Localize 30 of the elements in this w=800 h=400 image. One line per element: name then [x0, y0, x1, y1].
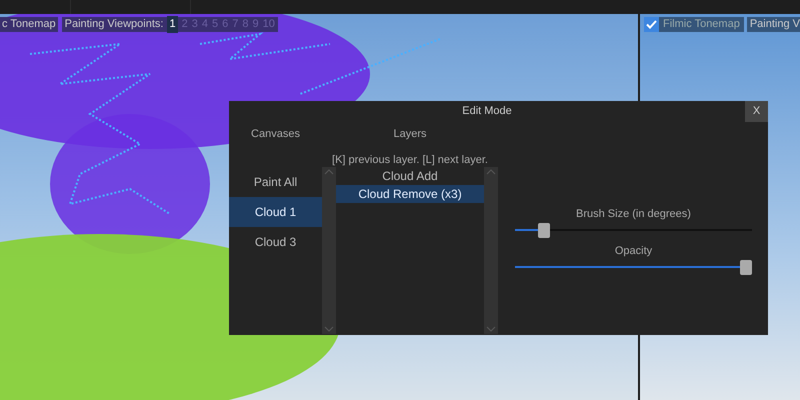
tonemap-label[interactable]: c Tonemap	[0, 17, 58, 32]
viewpoints-label: Painting Viewpoints:	[64, 17, 164, 32]
layer-item[interactable]: Cloud Remove (x3)	[336, 185, 484, 203]
viewpoint-tab[interactable]: 1	[167, 16, 178, 33]
viewpoints-label: Painting V	[746, 17, 800, 32]
chevron-down-icon[interactable]	[324, 326, 334, 332]
tonemap-label: Filmic Tonemap	[663, 17, 740, 32]
slider-label: Opacity	[614, 244, 652, 258]
scrollbar[interactable]	[484, 167, 498, 334]
slider-track[interactable]	[515, 259, 752, 275]
column-heading: Layers	[393, 127, 427, 142]
scrollbar[interactable]	[322, 167, 336, 334]
dialog-title: Edit Mode	[461, 104, 513, 120]
column-heading: Canvases	[251, 127, 300, 140]
slider-label: Brush Size (in degrees)	[576, 207, 691, 221]
close-button[interactable]: X	[745, 101, 768, 122]
shortcut-hint: [K] previous layer. [L] next layer.	[332, 152, 488, 168]
chevron-down-icon[interactable]	[486, 326, 496, 332]
canvas-item[interactable]: Cloud 1	[229, 197, 322, 227]
checkbox[interactable]	[644, 17, 659, 32]
chevron-up-icon[interactable]	[324, 169, 334, 175]
slider-thumb[interactable]	[740, 260, 752, 274]
slider-thumb[interactable]	[538, 222, 550, 238]
canvas-item[interactable]: Cloud 3	[229, 227, 322, 257]
tonemap-toggle[interactable]: Filmic Tonemap	[644, 17, 744, 32]
layer-item[interactable]: Cloud Add	[336, 167, 484, 185]
canvas-item[interactable]: Paint All	[229, 167, 322, 197]
chevron-up-icon[interactable]	[486, 169, 496, 175]
checkmark-icon	[646, 20, 657, 29]
slider-track[interactable]	[515, 222, 752, 238]
